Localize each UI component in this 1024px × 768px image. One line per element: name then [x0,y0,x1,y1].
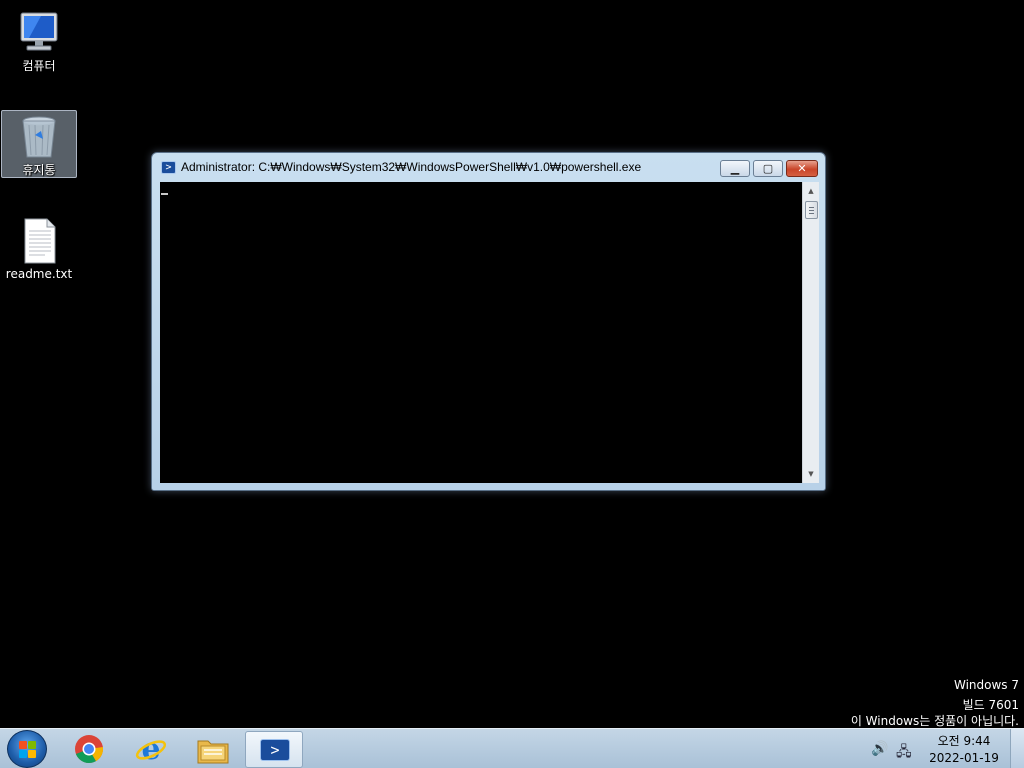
window-title: Administrator: C:₩Windows₩System32₩Windo… [181,160,642,174]
recycle-bin-icon [15,113,63,161]
computer-icon [15,9,63,57]
network-icon[interactable]: 🖧 [896,741,912,765]
watermark-build: 빌드 7601 [962,698,1019,712]
taskbar: e > 🔊 🖧 오전 9:44 2022-01-19 [0,728,1024,768]
powershell-icon: > [161,161,176,174]
text-file-icon [15,217,63,265]
desktop-icon-label: 컴퓨터 [22,59,56,73]
clock-date: 2022-01-19 [929,751,999,765]
internet-explorer-icon: e [135,732,167,766]
scroll-up-arrow-icon[interactable]: ▲ [803,184,819,198]
maximize-button[interactable]: ▢ [753,160,783,177]
scrollbar-thumb[interactable] [805,201,818,219]
close-button[interactable]: ✕ [786,160,818,177]
taskbar-chrome[interactable] [60,731,118,768]
text-cursor [161,193,168,195]
watermark-os-name: Windows 7 [953,678,1019,692]
show-desktop-button[interactable] [1010,729,1024,768]
taskbar-powershell[interactable]: > [245,731,303,768]
desktop-icon-label: 휴지통 [22,163,56,177]
taskbar-internet-explorer[interactable]: e [122,731,180,768]
desktop-icon-label: readme.txt [5,267,73,281]
window-titlebar[interactable]: > Administrator: C:₩Windows₩System32₩Win… [152,153,825,181]
svg-text:e: e [141,732,160,766]
vertical-scrollbar[interactable]: ▲ ▼ [802,182,819,483]
desktop-icon-computer[interactable]: 컴퓨터 [1,6,77,76]
file-explorer-icon [197,740,229,764]
desktop-icon-readme[interactable]: readme.txt [1,214,77,284]
taskbar-file-explorer[interactable] [184,731,242,768]
minimize-button[interactable]: ▁ [720,160,750,177]
chrome-icon [75,735,104,763]
clock-time: 오전 9:44 [937,734,991,748]
windows-logo-icon [19,741,36,758]
desktop-icon-recycle-bin[interactable]: 휴지통 [1,110,77,178]
start-button[interactable] [7,730,47,768]
console-area[interactable] [160,182,802,483]
watermark-genuine-notice: 이 Windows는 정품이 아닙니다. [850,714,1019,728]
scroll-down-arrow-icon[interactable]: ▼ [803,467,819,481]
powershell-window[interactable]: > Administrator: C:₩Windows₩System32₩Win… [151,152,826,491]
powershell-icon: > [260,739,290,761]
volume-icon[interactable]: 🔊 [871,741,888,757]
taskbar-clock[interactable]: 오전 9:44 2022-01-19 [922,733,1006,767]
